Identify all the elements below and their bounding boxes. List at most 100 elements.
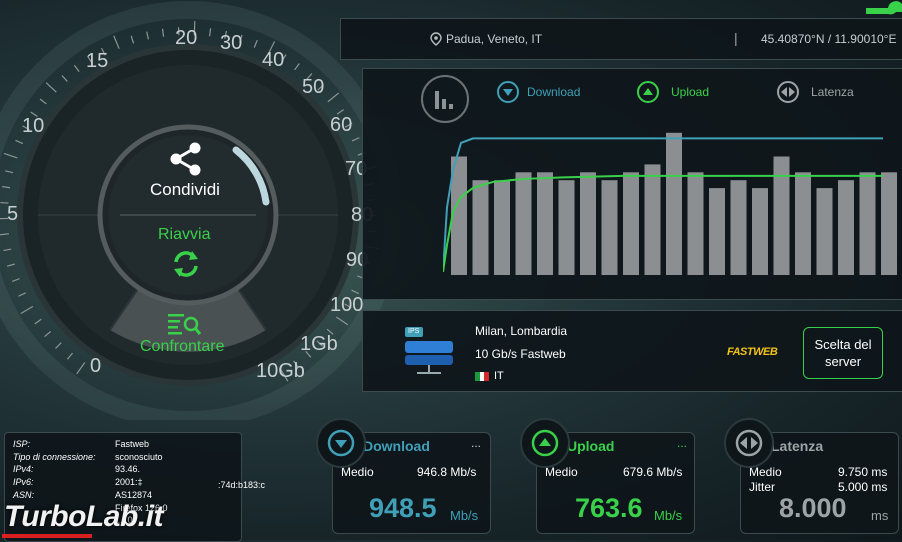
- chart-bar: [688, 172, 704, 275]
- gauge-label-50: 50: [302, 76, 324, 99]
- gauge-tick: [45, 331, 51, 336]
- info-label: ISP:: [13, 439, 30, 449]
- latency-arrows-icon: [735, 429, 763, 457]
- upload-unit: Mb/s: [654, 508, 682, 523]
- chart-bar: [559, 180, 575, 275]
- latency-avg-value: 9.750 ms: [838, 465, 887, 479]
- gauge-tick: [5, 171, 13, 173]
- gauge-label-1gb: 1Gb: [300, 333, 338, 356]
- info-value: 2001:‡: [115, 477, 143, 487]
- gauge-tick: [67, 353, 72, 359]
- latency-arrows-icon: [777, 81, 799, 103]
- gauge-tick: [352, 138, 359, 141]
- speed-chart-panel: Download Upload Latenza: [362, 68, 902, 300]
- chart-bar: [860, 172, 876, 275]
- upload-arrow-icon: [531, 429, 559, 457]
- legend-upload[interactable]: Upload: [637, 81, 717, 105]
- upload-more-button[interactable]: ...: [677, 436, 687, 450]
- gauge-tick: [114, 36, 119, 49]
- download-arrow-icon: [497, 81, 519, 103]
- info-value: AS12874: [115, 490, 152, 500]
- gauge-tick: [3, 249, 11, 251]
- gauge-tick: [254, 40, 257, 47]
- gauge-tick: [162, 29, 163, 37]
- download-icon-badge: [316, 418, 366, 468]
- latency-jitter-value: 5.000 ms: [838, 480, 887, 494]
- location-pin-icon: [430, 32, 442, 46]
- chart-bar: [602, 180, 618, 275]
- latency-jitter-label: Jitter: [749, 480, 775, 494]
- gauge-label-10gb: 10Gb: [256, 360, 305, 383]
- legend-download[interactable]: Download: [497, 81, 587, 105]
- legend-latency-label: Latenza: [811, 85, 854, 99]
- chart-bar: [623, 172, 639, 275]
- location-text: Padua, Veneto, IT: [446, 32, 542, 46]
- gauge-tick: [74, 65, 79, 71]
- gauge-tick: [295, 63, 300, 69]
- info-value: 93.46.: [115, 464, 140, 474]
- compare-button[interactable]: Confrontare: [134, 310, 244, 358]
- chart-bar: [473, 180, 489, 275]
- info-value: sconosciuto: [115, 452, 163, 462]
- info-value: Fastweb: [115, 439, 149, 449]
- info-label: IPv4:: [13, 464, 34, 474]
- header-separator: |: [734, 30, 738, 46]
- chart-bar: [494, 180, 510, 275]
- server-panel: IPS Milan, Lombardia 10 Gb/s Fastweb IT …: [362, 310, 902, 392]
- download-arrow-icon: [327, 429, 355, 457]
- restart-button[interactable]: Riavvia: [148, 224, 228, 282]
- gauge-tick: [210, 28, 211, 36]
- chart-bar: [731, 180, 747, 275]
- gauge-tick: [336, 317, 348, 325]
- gauge-label-40: 40: [262, 49, 284, 72]
- chart-view-button[interactable]: [421, 75, 469, 123]
- gauge-label-30: 30: [220, 32, 242, 55]
- select-server-button[interactable]: Scelta del server: [803, 327, 883, 379]
- gauge-tick: [77, 362, 85, 373]
- latency-title: Latenza: [771, 438, 823, 454]
- chart-bar: [666, 133, 682, 275]
- gauge-tick: [328, 93, 339, 102]
- ipv6-overflow-text: :74d:b183:c: [218, 480, 265, 490]
- select-server-label: Scelta del server: [808, 336, 878, 370]
- server-icon-tag: IPS: [408, 328, 419, 335]
- upload-arrow-icon: [637, 81, 659, 103]
- download-title: Download: [363, 438, 430, 454]
- chart-bar: [537, 172, 553, 275]
- fastweb-logo: FASTWEB: [727, 346, 777, 358]
- server-provider: 10 Gb/s Fastweb: [475, 347, 566, 361]
- gauge-label-0: 0: [90, 355, 101, 378]
- download-unit: Mb/s: [450, 508, 478, 523]
- gauge-tick: [147, 32, 149, 40]
- italy-flag-icon: [475, 372, 489, 381]
- gauge-tick: [46, 83, 56, 93]
- coordinates-text: 45.40870°N / 11.90010°E: [761, 32, 896, 46]
- gauge-label-5: 5: [7, 203, 18, 226]
- upload-title: Upload: [567, 438, 614, 454]
- share-label: Condividi: [150, 180, 220, 200]
- latency-big-value: 8.000: [779, 493, 847, 524]
- chart-bar: [817, 188, 833, 275]
- share-button[interactable]: Condividi: [140, 140, 236, 202]
- chart-bar: [451, 157, 467, 276]
- compare-label: Confrontare: [140, 338, 225, 356]
- gauge-tick: [7, 264, 15, 266]
- watermark-underline: [2, 534, 92, 538]
- info-label: Tipo di connessione:: [13, 452, 95, 462]
- gauge-label-15: 15: [86, 50, 108, 73]
- download-more-button[interactable]: ...: [471, 436, 481, 450]
- gauge-tick: [4, 153, 17, 157]
- legend-latency[interactable]: Latenza: [777, 81, 857, 105]
- speed-chart: [443, 119, 902, 289]
- chart-bar: [516, 172, 532, 275]
- latency-icon-badge: [724, 418, 774, 468]
- download-avg-value: 946.8 Mb/s: [417, 465, 476, 479]
- gauge-tick: [15, 140, 22, 143]
- wrench-icon[interactable]: [862, 0, 902, 20]
- restart-label: Riavvia: [158, 226, 210, 244]
- share-icon: [168, 142, 204, 176]
- latency-unit: ms: [871, 508, 888, 523]
- watermark-logo: TurboLab.it: [4, 500, 163, 534]
- legend-download-label: Download: [527, 85, 580, 99]
- gauge-label-10: 10: [22, 115, 44, 138]
